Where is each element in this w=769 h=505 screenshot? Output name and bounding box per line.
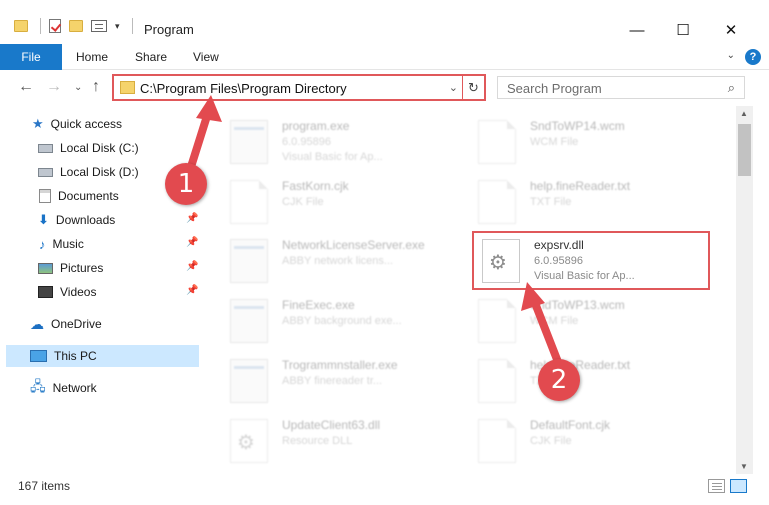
callout-step-two: 2 (538, 359, 580, 401)
arrow-one-head (196, 95, 222, 122)
arrow-two-shaft (531, 299, 562, 366)
callout-step-one: 1 (165, 163, 207, 205)
arrow-one-shaft (186, 112, 211, 174)
annotation-arrows (186, 95, 562, 366)
arrow-two-head (521, 282, 545, 311)
